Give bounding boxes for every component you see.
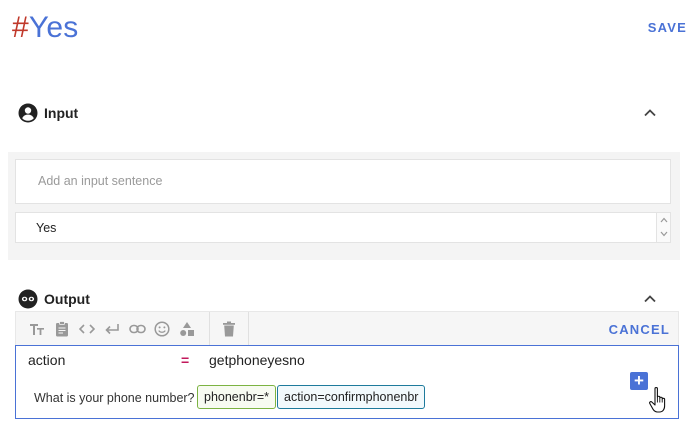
code-icon[interactable] (78, 320, 96, 338)
toolbar-divider (209, 312, 210, 346)
add-button[interactable]: + (630, 372, 648, 390)
input-value-text: Yes (36, 221, 57, 235)
variable-chip[interactable]: phonenbr=* (197, 385, 276, 409)
toolbar-icon-group (28, 320, 196, 338)
input-section-title: Input (44, 105, 79, 121)
title-hash: # (12, 11, 29, 44)
trash-icon[interactable] (220, 320, 238, 338)
toolbar-divider (248, 312, 249, 346)
input-value-field[interactable]: Yes (15, 212, 671, 243)
operator: = (181, 352, 190, 368)
scroll-down-icon[interactable] (657, 227, 670, 241)
collapse-input-chevron-icon[interactable] (643, 106, 657, 120)
text-size-icon[interactable] (28, 320, 46, 338)
input-section-header[interactable]: Input (18, 101, 78, 125)
scroll-up-icon[interactable] (657, 213, 670, 227)
collapse-output-chevron-icon[interactable] (643, 292, 657, 306)
output-toolbar: CANCEL (15, 311, 679, 346)
link-icon[interactable] (128, 320, 146, 338)
output-section-header[interactable]: Output (18, 287, 90, 311)
output-editor[interactable]: action = getphoneyesno What is your phon… (15, 345, 679, 419)
title-name: Yes (28, 11, 79, 44)
input-scrollbar[interactable] (656, 213, 670, 242)
output-section-title: Output (44, 291, 90, 307)
clipboard-icon[interactable] (53, 320, 71, 338)
account-circle-icon (18, 103, 38, 123)
action-key[interactable]: action (28, 352, 65, 368)
prompt-text[interactable]: What is your phone number? (34, 391, 195, 405)
shapes-icon[interactable] (178, 320, 196, 338)
action-chip[interactable]: action=confirmphonenbr (277, 385, 426, 409)
hand-cursor-icon (649, 386, 666, 413)
return-icon[interactable] (103, 320, 121, 338)
cancel-button[interactable]: CANCEL (609, 322, 670, 337)
emoji-icon[interactable] (153, 320, 171, 338)
page-title: #Yes (12, 8, 78, 48)
input-sentence-field[interactable]: Add an input sentence (15, 159, 671, 204)
action-value[interactable]: getphoneyesno (209, 352, 305, 368)
save-button[interactable]: SAVE (648, 20, 687, 35)
bot-mask-icon (18, 289, 38, 309)
